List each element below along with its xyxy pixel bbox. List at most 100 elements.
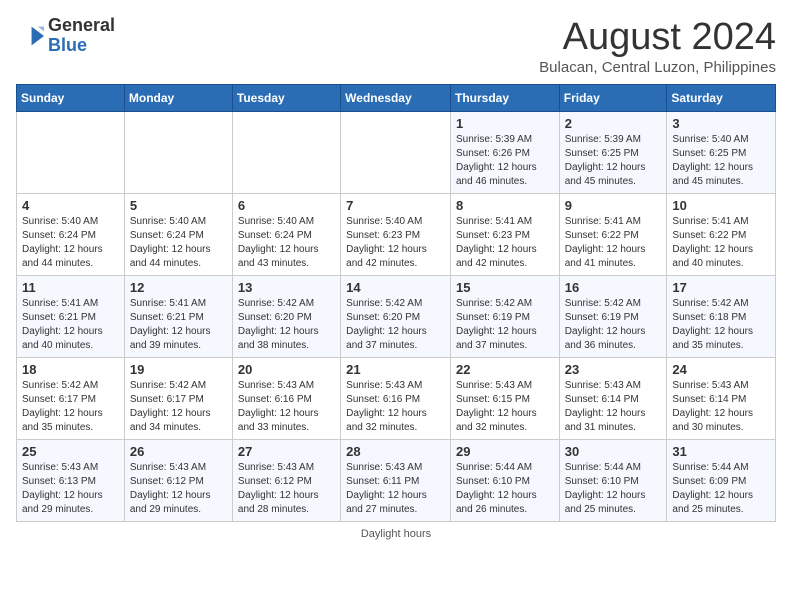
calendar-cell: 24 Sunrise: 5:43 AMSunset: 6:14 PMDayligh… <box>667 358 776 440</box>
title-block: August 2024 Bulacan, Central Luzon, Phil… <box>539 16 776 76</box>
day-info: Sunrise: 5:43 AMSunset: 6:11 PMDaylight:… <box>346 461 445 517</box>
day-number: 19 <box>130 362 227 377</box>
day-number: 17 <box>672 280 770 295</box>
calendar-cell <box>17 112 125 194</box>
day-info: Sunrise: 5:42 AMSunset: 6:18 PMDaylight:… <box>672 297 770 353</box>
day-number: 27 <box>238 444 335 459</box>
calendar-cell: 18 Sunrise: 5:42 AMSunset: 6:17 PMDayligh… <box>17 358 125 440</box>
day-info: Sunrise: 5:42 AMSunset: 6:20 PMDaylight:… <box>346 297 445 353</box>
calendar-cell: 16 Sunrise: 5:42 AMSunset: 6:19 PMDayligh… <box>559 276 667 358</box>
calendar-cell: 1Sunrise: 5:39 AMSunset: 6:26 PMDaylight… <box>450 112 559 194</box>
logo-general: General <box>48 16 115 36</box>
calendar-cell: 4Sunrise: 5:40 AMSunset: 6:24 PMDaylight… <box>17 194 125 276</box>
day-number: 22 <box>456 362 554 377</box>
calendar-cell: 8Sunrise: 5:41 AMSunset: 6:23 PMDaylight… <box>450 194 559 276</box>
month-year: August 2024 <box>539 16 776 59</box>
calendar-cell: 19 Sunrise: 5:42 AMSunset: 6:17 PMDayligh… <box>124 358 232 440</box>
day-info: Sunrise: 5:43 AMSunset: 6:14 PMDaylight:… <box>565 379 662 435</box>
day-number: 3 <box>672 116 770 131</box>
day-info: Sunrise: 5:43 AMSunset: 6:16 PMDaylight:… <box>238 379 335 435</box>
day-info: Sunrise: 5:39 AMSunset: 6:25 PMDaylight:… <box>565 133 662 189</box>
calendar-cell: 31 Sunrise: 5:44 AMSunset: 6:09 PMDayligh… <box>667 440 776 522</box>
day-number: 5 <box>130 198 227 213</box>
day-of-week-header: Thursday <box>450 85 559 112</box>
calendar-cell: 21 Sunrise: 5:43 AMSunset: 6:16 PMDayligh… <box>341 358 451 440</box>
calendar-cell: 28Sunrise: 5:43 AMSunset: 6:11 PMDayligh… <box>341 440 451 522</box>
day-info: Sunrise: 5:43 AMSunset: 6:12 PMDaylight:… <box>238 461 335 517</box>
calendar-cell: 6Sunrise: 5:40 AMSunset: 6:24 PMDaylight… <box>232 194 340 276</box>
calendar-cell: 11Sunrise: 5:41 AMSunset: 6:21 PMDayligh… <box>17 276 125 358</box>
calendar-cell: 30Sunrise: 5:44 AMSunset: 6:10 PMDayligh… <box>559 440 667 522</box>
day-number: 31 <box>672 444 770 459</box>
day-number: 4 <box>22 198 119 213</box>
day-number: 21 <box>346 362 445 377</box>
calendar-cell: 5 Sunrise: 5:40 AMSunset: 6:24 PMDaylight… <box>124 194 232 276</box>
day-info: Sunrise: 5:42 AMSunset: 6:17 PMDaylight:… <box>22 379 119 435</box>
day-info: Sunrise: 5:41 AMSunset: 6:21 PMDaylight:… <box>130 297 227 353</box>
header-row: SundayMondayTuesdayWednesdayThursdayFrid… <box>17 85 776 112</box>
page-header: General Blue August 2024 Bulacan, Centra… <box>16 16 776 76</box>
calendar-cell: 20 Sunrise: 5:43 AMSunset: 6:16 PMDayligh… <box>232 358 340 440</box>
calendar-week-row: 11Sunrise: 5:41 AMSunset: 6:21 PMDayligh… <box>17 276 776 358</box>
day-number: 16 <box>565 280 662 295</box>
day-info: Sunrise: 5:40 AMSunset: 6:23 PMDaylight:… <box>346 215 445 271</box>
day-number: 10 <box>672 198 770 213</box>
day-number: 9 <box>565 198 662 213</box>
calendar-week-row: 25Sunrise: 5:43 AMSunset: 6:13 PMDayligh… <box>17 440 776 522</box>
calendar-cell: 22 Sunrise: 5:43 AMSunset: 6:15 PMDayligh… <box>450 358 559 440</box>
day-info: Sunrise: 5:43 AMSunset: 6:13 PMDaylight:… <box>22 461 119 517</box>
day-number: 15 <box>456 280 554 295</box>
day-number: 20 <box>238 362 335 377</box>
day-of-week-header: Friday <box>559 85 667 112</box>
day-info: Sunrise: 5:42 AMSunset: 6:19 PMDaylight:… <box>565 297 662 353</box>
calendar-cell: 12 Sunrise: 5:41 AMSunset: 6:21 PMDayligh… <box>124 276 232 358</box>
calendar-table: SundayMondayTuesdayWednesdayThursdayFrid… <box>16 84 776 522</box>
logo-icon <box>16 22 44 50</box>
day-number: 26 <box>130 444 227 459</box>
calendar-week-row: 4 Sunrise: 5:40 AMSunset: 6:24 PMDaylight… <box>17 194 776 276</box>
calendar-cell: 2Sunrise: 5:39 AMSunset: 6:25 PMDaylight… <box>559 112 667 194</box>
day-of-week-header: Monday <box>124 85 232 112</box>
day-number: 1 <box>456 116 554 131</box>
footer-text: Daylight hours <box>361 528 431 540</box>
calendar-cell: 7 Sunrise: 5:40 AMSunset: 6:23 PMDaylight… <box>341 194 451 276</box>
day-number: 29 <box>456 444 554 459</box>
logo-text: General Blue <box>48 16 115 56</box>
day-info: Sunrise: 5:43 AMSunset: 6:14 PMDaylight:… <box>672 379 770 435</box>
day-number: 13 <box>238 280 335 295</box>
day-number: 24 <box>672 362 770 377</box>
calendar-cell: 14Sunrise: 5:42 AMSunset: 6:20 PMDayligh… <box>341 276 451 358</box>
day-info: Sunrise: 5:42 AMSunset: 6:20 PMDaylight:… <box>238 297 335 353</box>
day-info: Sunrise: 5:42 AMSunset: 6:17 PMDaylight:… <box>130 379 227 435</box>
calendar-week-row: 1Sunrise: 5:39 AMSunset: 6:26 PMDaylight… <box>17 112 776 194</box>
day-of-week-header: Sunday <box>17 85 125 112</box>
logo-blue: Blue <box>48 36 115 56</box>
calendar-cell: 26Sunrise: 5:43 AMSunset: 6:12 PMDayligh… <box>124 440 232 522</box>
calendar-cell: 3Sunrise: 5:40 AMSunset: 6:25 PMDaylight… <box>667 112 776 194</box>
day-of-week-header: Wednesday <box>341 85 451 112</box>
calendar-week-row: 18 Sunrise: 5:42 AMSunset: 6:17 PMDayligh… <box>17 358 776 440</box>
day-info: Sunrise: 5:41 AMSunset: 6:21 PMDaylight:… <box>22 297 119 353</box>
calendar-cell: 9Sunrise: 5:41 AMSunset: 6:22 PMDaylight… <box>559 194 667 276</box>
day-info: Sunrise: 5:44 AMSunset: 6:09 PMDaylight:… <box>672 461 770 517</box>
day-info: Sunrise: 5:41 AMSunset: 6:23 PMDaylight:… <box>456 215 554 271</box>
day-number: 7 <box>346 198 445 213</box>
day-info: Sunrise: 5:40 AMSunset: 6:24 PMDaylight:… <box>130 215 227 271</box>
location: Bulacan, Central Luzon, Philippines <box>539 59 776 76</box>
day-info: Sunrise: 5:42 AMSunset: 6:19 PMDaylight:… <box>456 297 554 353</box>
logo: General Blue <box>16 16 115 56</box>
day-of-week-header: Saturday <box>667 85 776 112</box>
day-number: 12 <box>130 280 227 295</box>
calendar-cell: 29 Sunrise: 5:44 AMSunset: 6:10 PMDayligh… <box>450 440 559 522</box>
day-number: 6 <box>238 198 335 213</box>
calendar-cell: 25Sunrise: 5:43 AMSunset: 6:13 PMDayligh… <box>17 440 125 522</box>
day-info: Sunrise: 5:44 AMSunset: 6:10 PMDaylight:… <box>456 461 554 517</box>
calendar-cell <box>341 112 451 194</box>
day-info: Sunrise: 5:43 AMSunset: 6:16 PMDaylight:… <box>346 379 445 435</box>
calendar-cell <box>232 112 340 194</box>
day-info: Sunrise: 5:44 AMSunset: 6:10 PMDaylight:… <box>565 461 662 517</box>
calendar-cell: 10Sunrise: 5:41 AMSunset: 6:22 PMDayligh… <box>667 194 776 276</box>
calendar-cell: 17 Sunrise: 5:42 AMSunset: 6:18 PMDayligh… <box>667 276 776 358</box>
day-number: 18 <box>22 362 119 377</box>
day-info: Sunrise: 5:43 AMSunset: 6:15 PMDaylight:… <box>456 379 554 435</box>
